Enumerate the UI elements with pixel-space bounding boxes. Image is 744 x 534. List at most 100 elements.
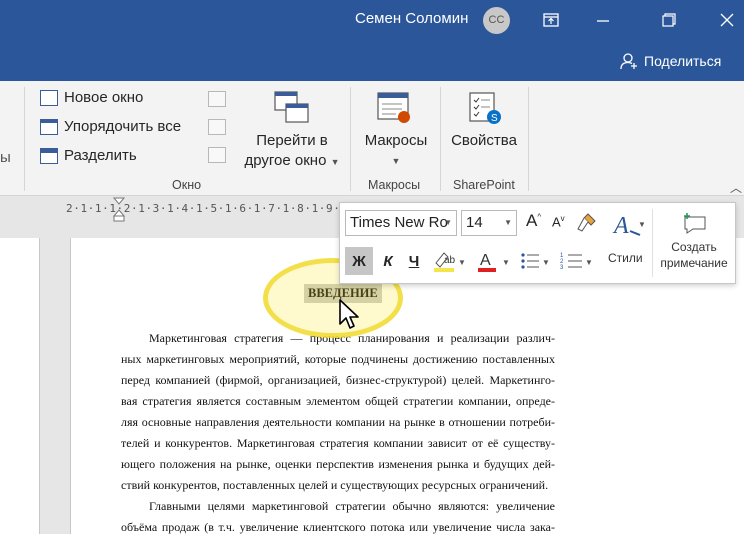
properties-button[interactable]: S Свойства [444,87,524,177]
format-painter-icon[interactable] [576,211,598,233]
svg-text:▼: ▼ [458,258,466,267]
avatar[interactable]: СС [483,7,510,34]
group-separator [440,87,441,191]
paragraph-line[interactable]: ных маркетинговых мероприятий, которые п… [121,349,555,370]
paragraph-line[interactable]: ляя основные направления деятельности ко… [121,412,555,433]
minimize-icon [597,20,609,22]
split-icon [40,147,58,164]
minimize-button[interactable] [580,0,626,40]
numbered-list-icon: 1 2 3 ▼ [560,253,593,271]
shrink-font-icon: A [552,214,561,230]
share-person-icon [620,53,637,70]
grow-font-icon: A [526,211,538,230]
new-comment-label-line2: примечание [660,256,728,270]
bullet-list-icon: ▼ [521,253,550,269]
macros-icon [377,92,410,123]
switch-windows-label-line2: другое окно [244,152,327,169]
svg-text:ab: ab [444,255,456,266]
italic-button[interactable]: К [376,247,400,275]
numbering-button[interactable]: 1 2 3 ▼ [558,247,596,275]
paragraph-line[interactable]: телей и конкурентов. Маркетинговая страт… [121,433,555,454]
arrange-all-button[interactable]: Упорядочить все [40,118,181,135]
view-side-by-side-icon[interactable] [208,91,226,107]
svg-text:▼: ▼ [638,220,644,229]
paragraph-line[interactable]: Главными целями маркетинговой стратегии … [121,496,555,517]
synchronous-scrolling-icon[interactable] [208,119,226,135]
share-label: Поделиться [644,53,722,69]
font-name-value: Times New Ro [350,214,448,231]
switch-windows-button[interactable]: Перейти в другое окно ▼ [240,87,344,177]
dropdown-arrow-icon: ▼ [391,156,401,166]
switch-windows-icon [274,91,309,123]
indent-marker-icon[interactable] [112,196,126,222]
divider [652,209,653,277]
macros-group-label: Макросы [368,178,421,192]
paragraph-line[interactable]: ствий конкурентов, поставленных целей и … [121,475,555,496]
arrange-all-icon [40,118,58,135]
mouse-cursor-icon [339,299,359,329]
reset-window-position-icon[interactable] [208,147,226,163]
text-highlight-color-button[interactable]: ab ▼ [430,247,470,275]
chevron-down-icon: ▼ [444,218,452,227]
styles-icon: A ▼ [612,213,644,239]
group-separator [24,87,25,191]
paragraph-line[interactable]: ющего положения на рынке, оценки перспек… [121,454,555,475]
group-separator [350,87,351,191]
sharepoint-group-label: SharePoint [453,178,515,192]
new-window-label: Новое окно [64,89,144,106]
collapse-ribbon-icon[interactable]: ︿ [730,179,742,196]
split-button[interactable]: Разделить [40,147,137,164]
paragraph-line[interactable]: вая стратегия является составным элемент… [121,391,555,412]
truncated-ribbon-text: ы [0,149,11,166]
macros-label: Макросы [364,132,428,149]
font-size-value: 14 [466,214,483,231]
bold-button[interactable]: Ж [345,247,373,275]
svg-text:▼: ▼ [542,258,550,267]
new-comment-icon [684,213,706,234]
ribbon: ы Новое окно Упорядочить все Разделить П… [0,81,744,196]
ribbon-display-icon [543,13,559,27]
ribbon-display-options-button[interactable] [528,0,574,40]
font-color-button[interactable]: A ▼ [474,247,514,275]
chevron-down-icon: ▼ [504,218,512,227]
title-bar: Семен Соломин СС Поделиться [0,0,744,81]
arrange-all-label: Упорядочить все [64,118,182,135]
svg-text:▼: ▼ [585,258,593,267]
restore-icon [662,13,676,27]
shrink-font-button[interactable]: Av [552,214,565,229]
bullets-button[interactable]: ▼ [518,247,552,275]
new-comment-label-line1: Создать [671,240,717,254]
window-group-label: Окно [172,178,202,192]
restore-button[interactable] [646,0,692,40]
new-window-icon [40,89,58,106]
user-name[interactable]: Семен Соломин [355,10,468,27]
sharepoint-properties-icon: S [469,92,501,124]
styles-label: Стили [608,251,643,265]
paragraph-line[interactable]: перед компанией (фирмой, организацией, б… [121,370,555,391]
underline-button[interactable]: Ч [402,247,426,275]
dropdown-arrow-icon: ▼ [330,157,340,167]
svg-text:3: 3 [560,265,564,271]
share-button[interactable]: Поделиться [620,52,721,70]
macros-button[interactable]: Макросы ▼ [356,87,436,177]
svg-text:S: S [491,113,498,124]
font-name-box[interactable]: Times New Ro ▼ [345,210,457,236]
font-color-icon: A ▼ [478,252,510,272]
paragraph-line[interactable]: объёма продаж (в т.ч. увеличение клиентс… [121,517,555,534]
group-separator [528,87,529,191]
split-label: Разделить [64,147,137,164]
previous-page-edge [0,238,40,534]
svg-text:A: A [612,213,629,239]
svg-text:A: A [480,252,491,269]
switch-windows-label-line1: Перейти в [256,132,328,149]
close-button[interactable] [704,0,744,40]
highlighter-icon: ab ▼ [434,252,466,272]
grow-font-button[interactable]: A^ [526,211,541,231]
svg-text:▼: ▼ [502,258,510,267]
font-size-box[interactable]: 14 ▼ [461,210,517,236]
new-window-button[interactable]: Новое окно [40,89,143,106]
new-comment-button[interactable]: Создать примечание [654,209,734,279]
close-icon [720,13,734,27]
styles-button[interactable]: A ▼ Стили [608,209,648,275]
mini-toolbar: Times New Ro ▼ 14 ▼ A^ Av A ▼ Стили Созд… [339,202,736,284]
